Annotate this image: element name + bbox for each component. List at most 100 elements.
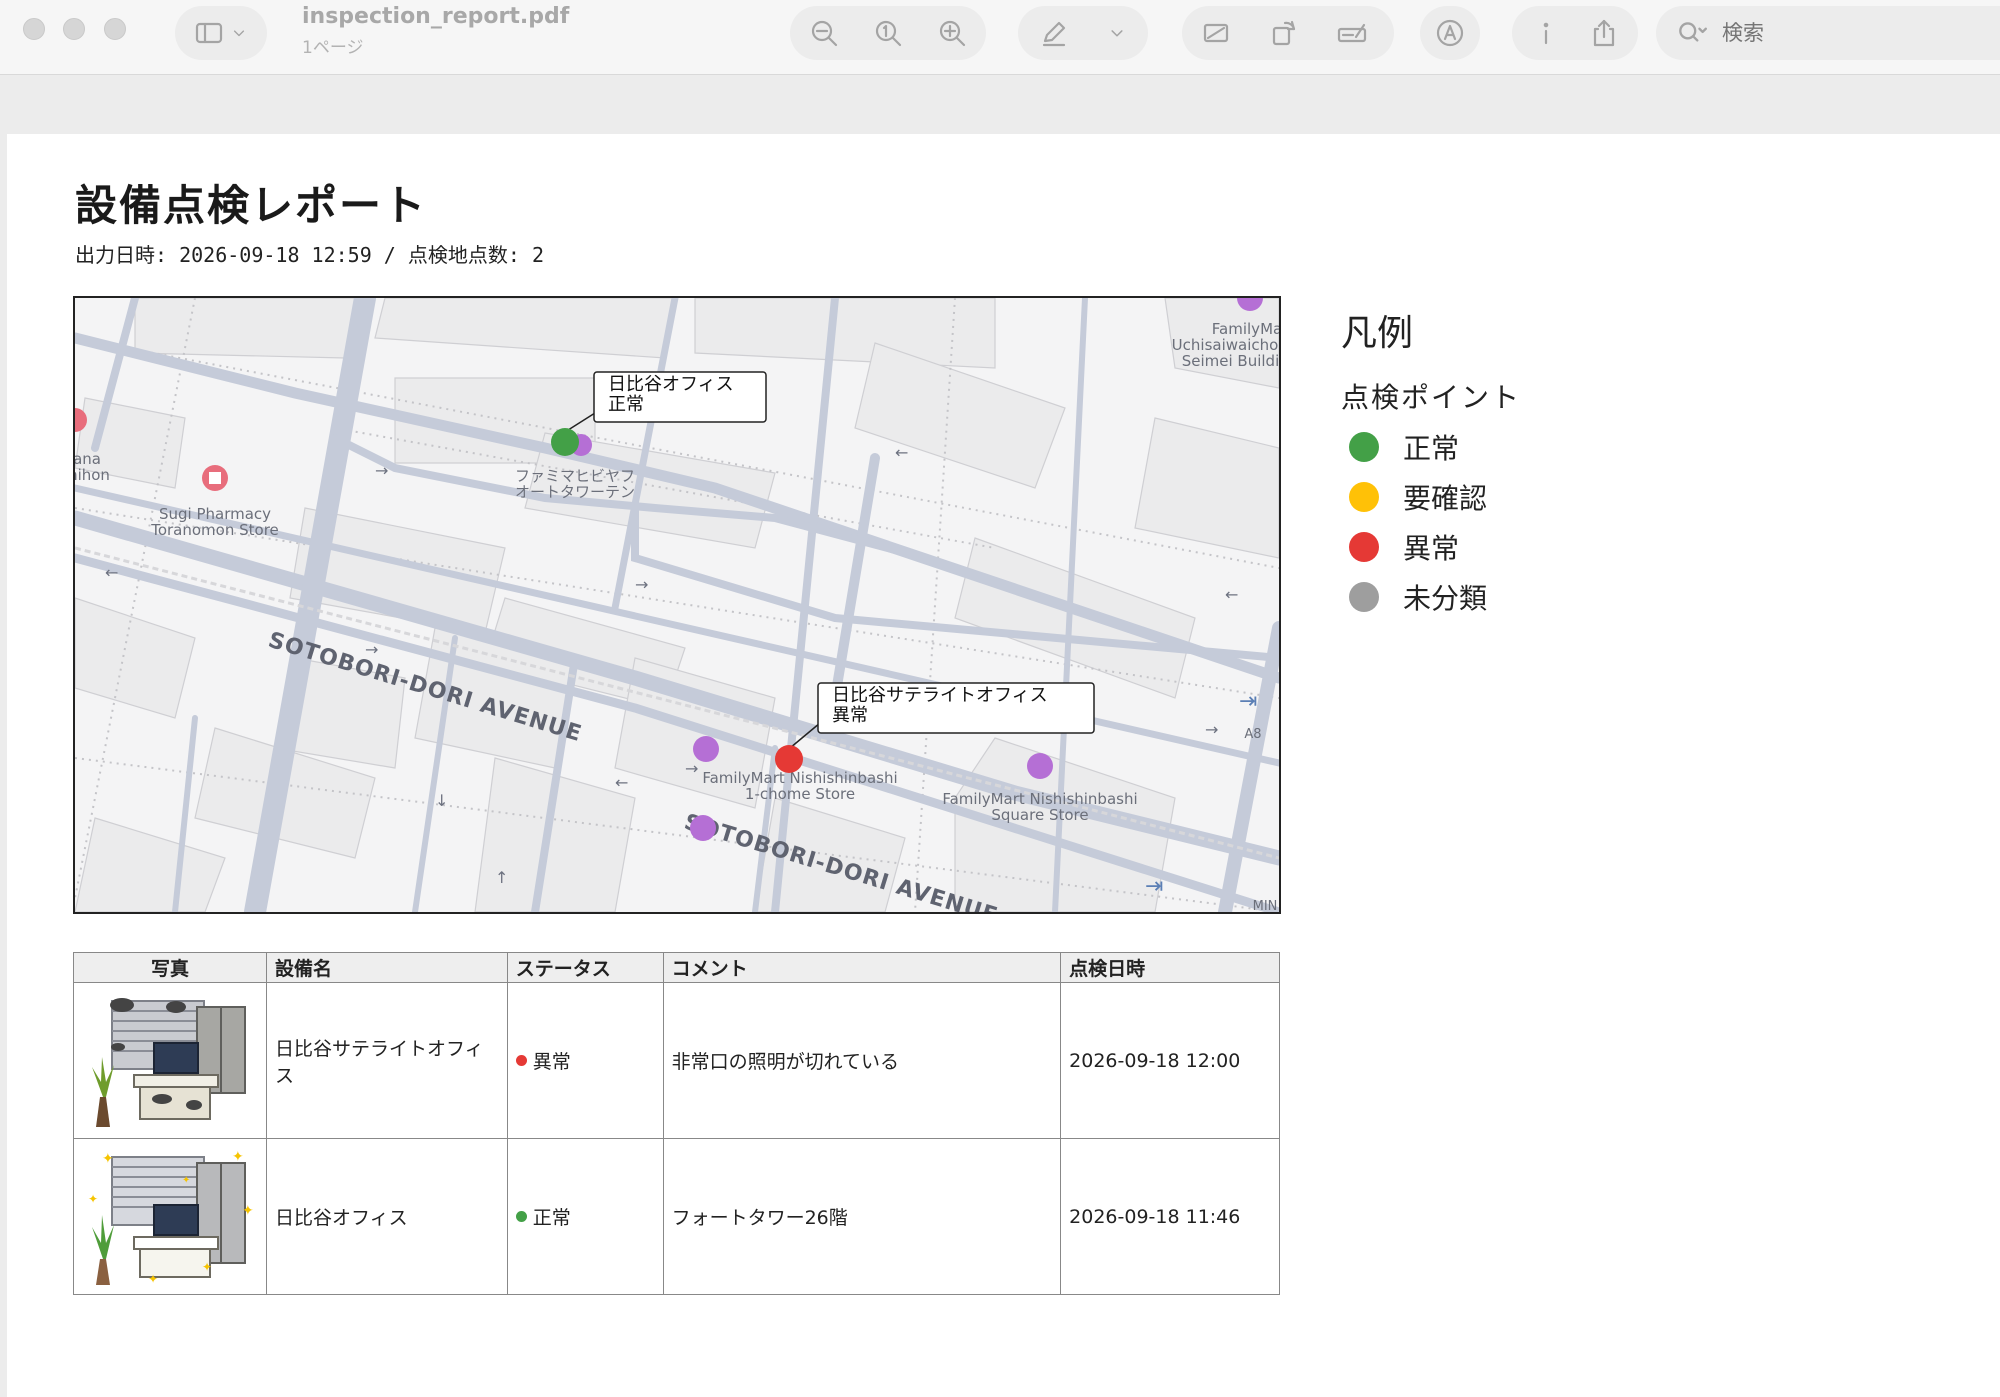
column-header-datetime: 点検日時 [1060,952,1280,983]
window-toolbar: inspection_report.pdf 1ページ [0,0,2000,75]
equipment-name: 日比谷サテライトオフィス [266,982,508,1139]
photo-cell [73,982,267,1139]
table-row: 日比谷サテライトオフィス 異常 非常口の照明が切れている 2026-09-18 … [73,982,1280,1139]
legend-item-check: 要確認 [1341,472,1521,522]
svg-text:✦: ✦ [232,1149,244,1165]
svg-text:→: → [635,575,648,594]
store-icon [693,736,719,762]
close-window-button[interactable] [23,18,45,40]
document-title: inspection_report.pdf [302,4,570,29]
datetime-cell: 2026-09-18 12:00 [1060,982,1280,1139]
dirty-office-photo [92,997,246,1127]
info-icon[interactable] [1524,11,1568,55]
marker-status: 正常 [608,394,644,415]
svg-text:オートタワーテン: オートタワーテン [515,483,635,501]
svg-text:→: → [685,759,698,778]
share-icon[interactable] [1582,11,1626,55]
svg-text:→: → [1205,720,1218,739]
chevron-down-icon [225,11,253,55]
info-share-controls [1512,6,1638,60]
minimize-window-button[interactable] [63,18,85,40]
legend-item-unclassified: 未分類 [1341,572,1521,622]
status-dot-icon [1349,432,1379,462]
photo-cell: ✦ ✦ ✦ ✦ ✦ ✦ ✦ [73,1138,267,1295]
svg-text:↑: ↑ [495,868,508,887]
zoom-window-button[interactable] [104,18,126,40]
legend-subtitle: 点検ポイント [1341,381,1522,414]
clean-office-photo: ✦ ✦ ✦ ✦ ✦ ✦ ✦ [88,1149,254,1286]
annotate-control [1420,6,1480,60]
status-dot-icon [1349,582,1379,612]
inspection-table: 写真 設備名 ステータス コメント 点検日時 日比谷サテライトオフィス 異常 非… [73,952,1280,1295]
svg-text:✦: ✦ [202,1260,212,1274]
status-dot-icon [1349,482,1379,512]
pen-icon[interactable] [1032,11,1076,55]
svg-text:✦: ✦ [182,1175,190,1186]
edit-controls [1182,6,1394,60]
actual-size-icon[interactable] [866,11,910,55]
sidebar-toggle-button[interactable] [175,6,267,60]
svg-text:←: ← [895,443,908,462]
svg-text:←: ← [615,773,628,792]
equipment-name: 日比谷オフィス [266,1138,508,1295]
status-cell: 正常 [506,1138,664,1295]
svg-text:A8: A8 [1244,727,1261,742]
legend-label: 未分類 [1403,582,1488,615]
form-fill-icon[interactable] [1330,11,1374,55]
svg-text:Toranomon Store: Toranomon Store [150,521,279,539]
zoom-out-icon[interactable] [802,11,846,55]
svg-text:↓: ↓ [435,791,448,810]
map-legend: 凡例 点検ポイント 正常 要確認 異常 未分類 [1341,304,1521,622]
column-header-status: ステータス [506,952,664,983]
status-badge: 正常 [532,1207,571,1229]
status-badge: 異常 [532,1051,571,1073]
report-title: 設備点検レポート [75,181,428,230]
zoom-controls [790,6,986,60]
svg-text:✦: ✦ [102,1151,114,1167]
column-header-photo: 写真 [73,952,267,983]
inspection-map: →→→ →→→ ←←← ←↓↑ SOTOBORI-DORI AVENUE SOT… [73,296,1281,914]
search-input[interactable] [1722,17,1982,49]
search-field[interactable] [1656,6,2000,60]
pdf-page: 設備点検レポート 出力日時: 2026-09-18 12:59 / 点検地点数:… [7,134,2000,1397]
status-dot-icon [1349,532,1379,562]
svg-text:←: ← [105,563,118,582]
comment-cell: 非常口の照明が切れている [662,982,1062,1139]
legend-item-abnormal: 異常 [1341,522,1521,572]
comment-cell: フォートタワー26階 [662,1138,1062,1295]
svg-text:✦: ✦ [88,1192,98,1206]
column-header-comment: コメント [662,952,1062,983]
svg-text:1-chome Store: 1-chome Store [745,785,855,803]
rotate-icon[interactable] [1262,11,1306,55]
markup-controls [1018,6,1148,60]
column-header-name: 設備名 [266,952,508,983]
marker-name: 日比谷オフィス [608,374,734,395]
status-cell: 異常 [506,982,664,1139]
marker-dot-normal [551,428,579,456]
table-header-row: 写真 設備名 ステータス コメント 点検日時 [73,952,1280,983]
marker-status: 異常 [832,705,868,726]
svg-text:✦: ✦ [148,1272,158,1286]
search-icon [1670,11,1714,55]
document-page-count: 1ページ [302,38,364,58]
store-icon [690,815,716,841]
zoom-in-icon[interactable] [930,11,974,55]
marker-name: 日比谷サテライトオフィス [832,685,1048,706]
datetime-cell: 2026-09-18 11:46 [1060,1138,1280,1295]
crop-icon[interactable] [1194,11,1238,55]
entrance-icon: ⇥ [1145,874,1163,899]
svg-text:hihon: hihon [75,466,110,484]
chevron-down-icon[interactable] [1102,11,1132,55]
report-meta: 出力日時: 2026-09-18 12:59 / 点検地点数: 2 [75,243,544,267]
markup-icon[interactable] [1428,11,1472,55]
svg-text:Seimei Building: Seimei Building [1182,352,1279,370]
legend-item-normal: 正常 [1341,422,1521,472]
svg-text:←: ← [1225,585,1238,604]
legend-label: 正常 [1403,432,1460,465]
svg-text:MIN: MIN [1253,899,1278,912]
legend-title: 凡例 [1341,313,1414,354]
legend-label: 異常 [1403,532,1460,565]
svg-text:✦: ✦ [242,1203,254,1219]
status-dot-icon [515,1055,527,1066]
legend-label: 要確認 [1403,482,1488,515]
